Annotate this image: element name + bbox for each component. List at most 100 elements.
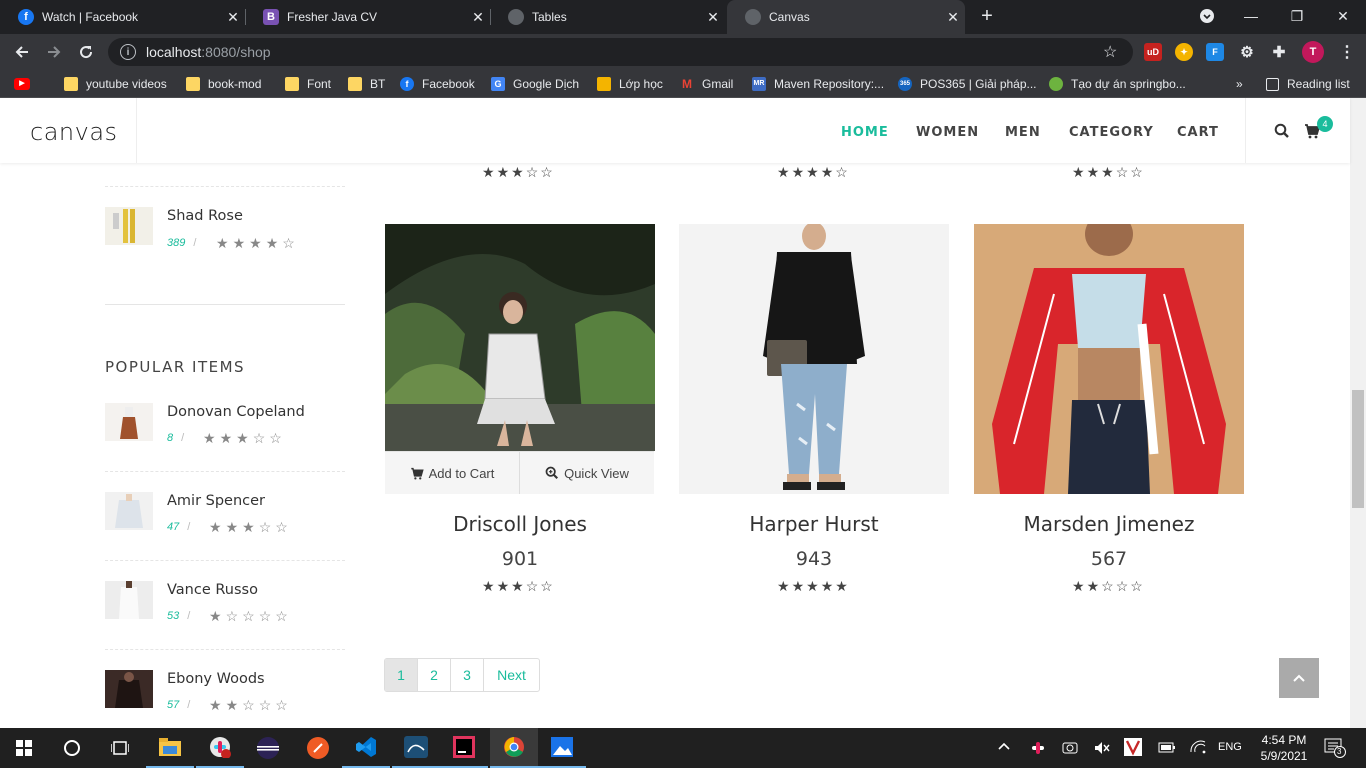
bookmark-star-icon[interactable]: ☆ [1103,42,1133,62]
product-name[interactable]: Harper Hurst [679,512,949,536]
scrollbar-thumb[interactable] [1352,390,1364,508]
close-tab-icon[interactable]: ✕ [466,9,490,26]
puzzle-extensions-icon[interactable]: ✚ [1270,43,1288,61]
product-thumbnail[interactable] [105,403,153,441]
bookmark-folder-book-mod[interactable]: book-mod [186,70,261,98]
bookmark-youtube[interactable]: ▶ [14,70,38,98]
chevron-up-icon[interactable] [998,740,1010,754]
product-image[interactable] [974,224,1244,494]
slack-tray-icon[interactable] [1030,740,1046,759]
bookmark-pos365[interactable]: 365 POS365 | Giải pháp... [898,70,1037,98]
chrome-icon[interactable] [490,728,538,768]
extension-icon[interactable]: ✦ [1175,43,1193,61]
nav-category[interactable]: CATEGORY [1069,125,1154,140]
bookmark-folder-bt[interactable]: BT [348,70,385,98]
page-3-link[interactable]: 3 [451,659,484,691]
profile-avatar[interactable]: T [1302,41,1324,63]
task-view-icon[interactable] [96,728,144,768]
menu-kebab-icon[interactable]: ⋮ [1338,43,1356,61]
file-explorer-icon[interactable] [146,728,194,768]
sidebar-item-price: 47/ [167,521,191,533]
camera-icon[interactable] [1062,740,1078,759]
forward-icon[interactable] [42,40,66,64]
product-image[interactable] [679,224,949,494]
sidebar-item-name[interactable]: Amir Spencer [167,493,265,509]
notifications-icon[interactable]: 3 [1324,738,1346,761]
product-name[interactable]: Marsden Jimenez [974,512,1244,536]
site-logo[interactable]: canvas [30,118,118,146]
site-info-icon[interactable]: i [120,44,136,60]
address-bar[interactable]: i localhost:8080/shop ☆ [108,38,1133,66]
volume-muted-icon[interactable] [1094,740,1110,759]
mysql-workbench-icon[interactable] [392,728,440,768]
tab-canvas[interactable]: Canvas ✕ [727,0,965,34]
page-2-link[interactable]: 2 [418,659,451,691]
scroll-to-top-button[interactable] [1279,658,1319,698]
minimize-button[interactable]: — [1228,0,1274,32]
bookmark-folder-font[interactable]: Font [285,70,331,98]
product-image[interactable] [385,224,655,451]
sidebar-item-name[interactable]: Shad Rose [167,208,243,224]
bookmark-facebook[interactable]: f Facebook [400,70,475,98]
product-thumbnail[interactable] [105,207,153,245]
new-tab-button[interactable]: + [964,0,1010,32]
star-filled-icon: ★ [1101,164,1116,180]
search-icon[interactable] [1274,123,1290,139]
next-page-link[interactable]: Next [484,659,539,691]
sidebar-item-name[interactable]: Ebony Woods [167,671,265,687]
bookmark-spring[interactable]: Tạo dự án springbo... [1049,70,1186,98]
tab-facebook[interactable]: f Watch | Facebook ✕ [0,0,245,34]
page-1-link[interactable]: 1 [385,659,418,691]
ublock-extension-icon[interactable]: uD [1144,43,1162,61]
bookmark-classroom[interactable]: Lớp học [597,70,663,98]
back-icon[interactable] [10,40,34,64]
reading-list-button[interactable]: Reading list [1266,70,1350,98]
nav-men[interactable]: MEN [1005,125,1041,140]
folder-icon [64,77,78,91]
add-to-cart-button[interactable]: Add to Cart [385,452,520,494]
url-text[interactable]: localhost:8080/shop [146,44,1103,60]
restore-button[interactable]: ❐ [1274,0,1320,32]
product-thumbnail[interactable] [105,581,153,619]
photos-icon[interactable] [538,728,586,768]
reload-icon[interactable] [74,40,98,64]
sidebar-item-name[interactable]: Donovan Copeland [167,404,305,420]
system-clock[interactable]: 4:54 PM 5/9/2021 [1254,732,1314,764]
extension-icon[interactable]: F [1206,43,1224,61]
wifi-icon[interactable] [1190,740,1206,757]
search-circle-icon[interactable] [48,728,96,768]
globe-icon [745,9,761,25]
bookmark-maven-repository[interactable]: MR Maven Repository:... [752,70,884,98]
vscode-icon[interactable] [342,728,390,768]
intellij-icon[interactable] [440,728,488,768]
quick-view-button[interactable]: Quick View [520,452,654,494]
eclipse-icon[interactable] [244,728,292,768]
bookmark-gmail[interactable]: M Gmail [680,70,733,98]
bookmark-folder-youtube-videos[interactable]: youtube videos [64,70,167,98]
vivaldi-tray-icon[interactable] [1124,738,1142,759]
close-window-button[interactable]: ✕ [1320,0,1366,32]
postman-icon[interactable] [294,728,342,768]
close-tab-icon[interactable]: ✕ [221,9,245,26]
bookmarks-overflow-button[interactable]: » [1236,70,1243,98]
rating-stars: ★☆☆☆☆ [209,608,292,625]
tab-tables[interactable]: Tables ✕ [490,0,725,34]
product-thumbnail[interactable] [105,670,153,708]
slack-icon[interactable] [196,728,244,768]
nav-women[interactable]: WOMEN [916,125,979,140]
product-name[interactable]: Driscoll Jones [385,512,655,536]
nav-cart[interactable]: CART [1177,125,1219,140]
close-tab-icon[interactable]: ✕ [701,9,725,26]
sidebar-item-name[interactable]: Vance Russo [167,582,258,598]
tab-fresher-java-cv[interactable]: B Fresher Java CV ✕ [245,0,490,34]
site-header: canvas HOME WOMEN MEN CATEGORY CART 4 [0,98,1350,163]
input-language-indicator[interactable]: ENG [1218,741,1242,753]
nav-home[interactable]: HOME [841,125,889,140]
tab-search-icon[interactable] [1184,0,1230,32]
windows-start-icon[interactable] [0,728,48,768]
bookmark-google-translate[interactable]: G Google Dịch [491,70,579,98]
product-thumbnail[interactable] [105,492,153,530]
battery-icon[interactable] [1158,740,1176,757]
close-tab-icon[interactable]: ✕ [941,9,965,26]
gear-icon[interactable]: ⚙ [1238,43,1256,61]
